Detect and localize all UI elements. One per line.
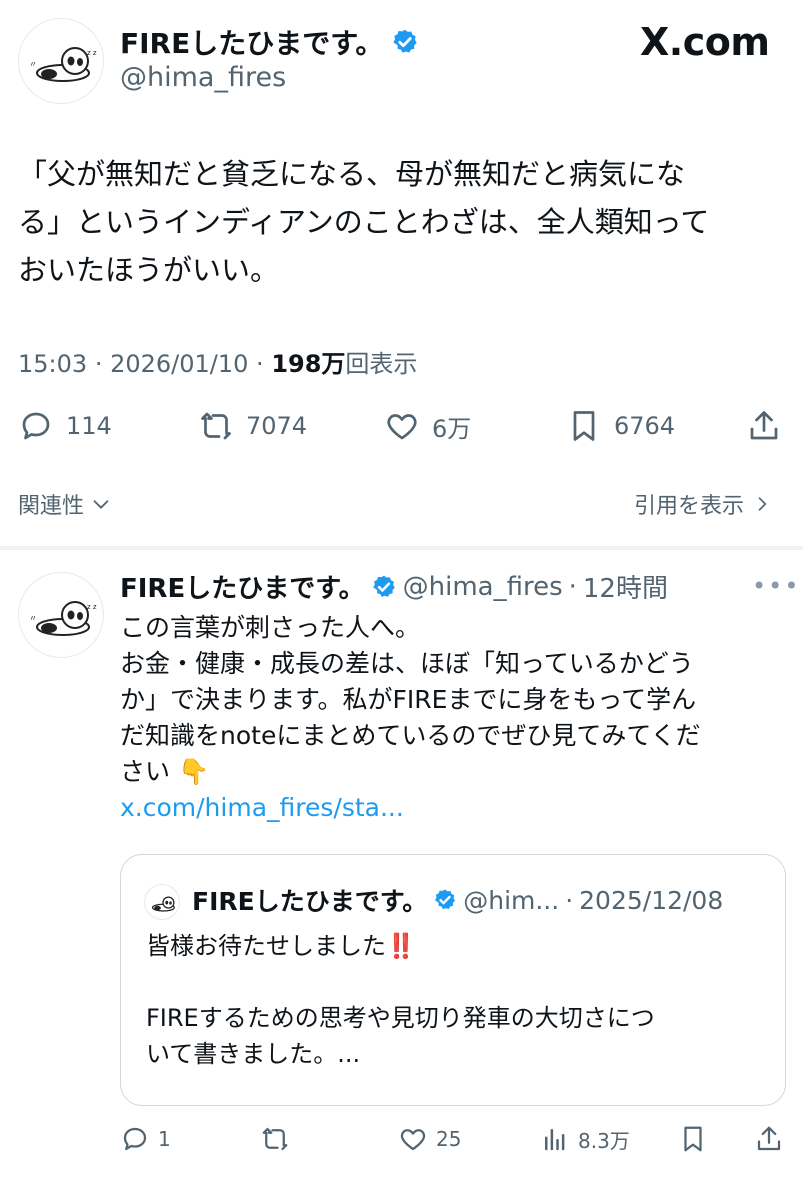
quoted-text-line: FIREするための思考や見切り発車の大切さにつ (146, 1004, 655, 1032)
quoted-text-line: 皆様お待たせしました‼️ (146, 932, 416, 960)
quoted-post-date: 2025/12/08 (579, 885, 724, 915)
share-icon (757, 1126, 781, 1151)
author-name-row[interactable]: FIREしたひまです。 (120, 22, 419, 62)
like-button[interactable]: 6万 (384, 408, 471, 444)
reply-author-handle[interactable]: @hima_fires (403, 572, 563, 602)
view-label: 回表示 (345, 350, 418, 378)
reply-link[interactable]: x.com/hima_fires/sta... (120, 790, 780, 826)
reply-views-button[interactable]: 8.3万 (540, 1124, 630, 1154)
post-meta: 15:03 · 2026/01/10 · 198万回表示 (18, 344, 417, 379)
meta-separator: · (256, 350, 272, 378)
quoted-author-handle: @him... (463, 885, 560, 915)
quoted-author-avatar (144, 884, 180, 920)
reply-count: 114 (66, 412, 112, 440)
reply-text-line: だ知識をnoteにまとめているのでぜひ見てみてくだ (120, 721, 701, 750)
view-count: 198万 (271, 350, 346, 378)
reply-text-line: さい 👇 (120, 757, 210, 786)
verified-badge-icon (393, 29, 418, 53)
post-action-bar: 114 7074 6万 6764 (18, 400, 788, 454)
sort-label: 関連性 (18, 494, 85, 519)
reply-like-button[interactable]: 25 (398, 1124, 461, 1154)
bookmark-count: 6764 (614, 412, 676, 440)
reply-repost-button[interactable] (260, 1124, 298, 1154)
like-count: 6万 (432, 414, 472, 443)
bookmark-icon (684, 1126, 702, 1152)
quoted-text-line: いて書きました。... (146, 1040, 361, 1068)
sort-relevance-button[interactable]: 関連性 (18, 488, 112, 520)
heart-icon (387, 414, 417, 440)
section-divider (0, 546, 803, 550)
reply-text-line: か」で決まります。私がFIREまでに身をもって学ん (120, 685, 697, 714)
author-name[interactable]: FIREしたひまです。 (120, 22, 383, 62)
quoted-author-name: FIREしたひまです。 (192, 887, 428, 916)
quoted-post-text: 皆様お待たせしました‼️ FIREするための思考や見切り発車の大切さにつ いて書… (146, 928, 766, 1072)
share-icon (750, 411, 778, 440)
heart-icon (400, 1129, 426, 1151)
meta-separator: · (565, 885, 574, 915)
verified-badge-icon (372, 575, 395, 597)
reply-text-line: この言葉が刺さった人へ。 (120, 613, 421, 642)
more-options-icon[interactable]: ••• (752, 572, 800, 600)
quoted-post-header: FIREしたひまです。 @him... · 2025/12/08 (192, 882, 723, 918)
meta-separator: · (568, 571, 577, 602)
reply-author-name[interactable]: FIREしたひまです。 (120, 568, 365, 605)
author-handle[interactable]: @hima_fires (120, 62, 286, 93)
repost-icon (201, 412, 231, 440)
quotes-label: 引用を表示 (634, 494, 745, 519)
meta-separator: · (94, 350, 111, 378)
post-text-line: 「父が無知だと貧乏になる、母が無知だと病気にな (18, 157, 686, 191)
post-text-line: る」というインディアンのことわざは、全人類知って (18, 205, 710, 239)
quoted-text-line (146, 964, 766, 1000)
reply-bookmark-button[interactable] (678, 1124, 708, 1154)
bookmark-icon (573, 411, 595, 441)
repost-count: 7074 (246, 412, 308, 440)
svg-text:z z: z z (87, 603, 97, 611)
chevron-down-icon (93, 500, 109, 509)
reply-reply-count: 1 (158, 1127, 171, 1151)
reply-text: この言葉が刺さった人へ。 お金・健康・成長の差は、ほぼ「知っているかどう か」で… (120, 610, 780, 826)
verified-badge-icon (435, 889, 456, 910)
view-quotes-link[interactable]: 引用を表示 (634, 488, 772, 520)
svg-text:z z: z z (87, 49, 97, 57)
reply-view-count: 8.3万 (578, 1128, 630, 1153)
repost-button[interactable]: 7074 (198, 408, 307, 444)
bookmark-button[interactable]: 6764 (566, 408, 675, 444)
reply-author-avatar[interactable]: z z 〃 (18, 572, 104, 658)
analytics-icon (545, 1129, 565, 1151)
post-date[interactable]: 2026/01/10 (110, 350, 248, 378)
reply-share-button[interactable] (754, 1124, 784, 1154)
reply-action-bar: 1 25 8.3万 (120, 1124, 790, 1160)
reply-header: FIREしたひまです。 @hima_fires · 12時間 (120, 568, 668, 605)
reply-text-line: お金・健康・成長の差は、ほぼ「知っているかどう (120, 649, 694, 678)
reply-icon (22, 412, 50, 440)
reply-icon (123, 1127, 147, 1151)
post-text: 「父が無知だと貧乏になる、母が無知だと病気にな る」というインディアンのことわざ… (18, 150, 778, 294)
svg-text:〃: 〃 (29, 60, 37, 69)
panda-avatar-icon: z z 〃 (29, 601, 97, 636)
reply-button[interactable]: 114 (18, 408, 112, 444)
x-logo: X.com (640, 20, 770, 64)
reply-reply-button[interactable]: 1 (120, 1124, 171, 1154)
share-button[interactable] (746, 408, 782, 444)
repost-icon (262, 1127, 288, 1151)
post-text-line: おいたほうがいい。 (18, 253, 280, 287)
svg-text:〃: 〃 (29, 614, 37, 623)
post-time[interactable]: 15:03 (18, 350, 87, 378)
panda-avatar-icon: z z 〃 (29, 47, 97, 82)
chevron-right-icon (758, 497, 767, 511)
author-avatar[interactable]: z z 〃 (18, 18, 104, 104)
reply-like-count: 25 (436, 1127, 462, 1151)
reply-time[interactable]: 12時間 (583, 568, 668, 605)
